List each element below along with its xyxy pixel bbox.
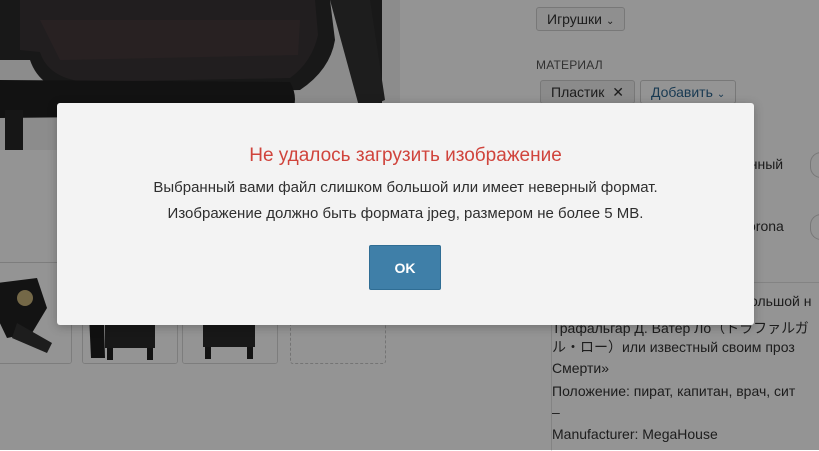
error-dialog-title: Не удалось загрузить изображение xyxy=(249,145,562,166)
ok-button[interactable]: OK xyxy=(369,245,441,290)
error-dialog-message-1: Выбранный вами файл слишком большой или … xyxy=(153,179,658,196)
error-dialog: Не удалось загрузить изображение Выбранн… xyxy=(57,103,754,325)
error-dialog-message-2: Изображение должно быть формата jpeg, ра… xyxy=(167,205,644,222)
